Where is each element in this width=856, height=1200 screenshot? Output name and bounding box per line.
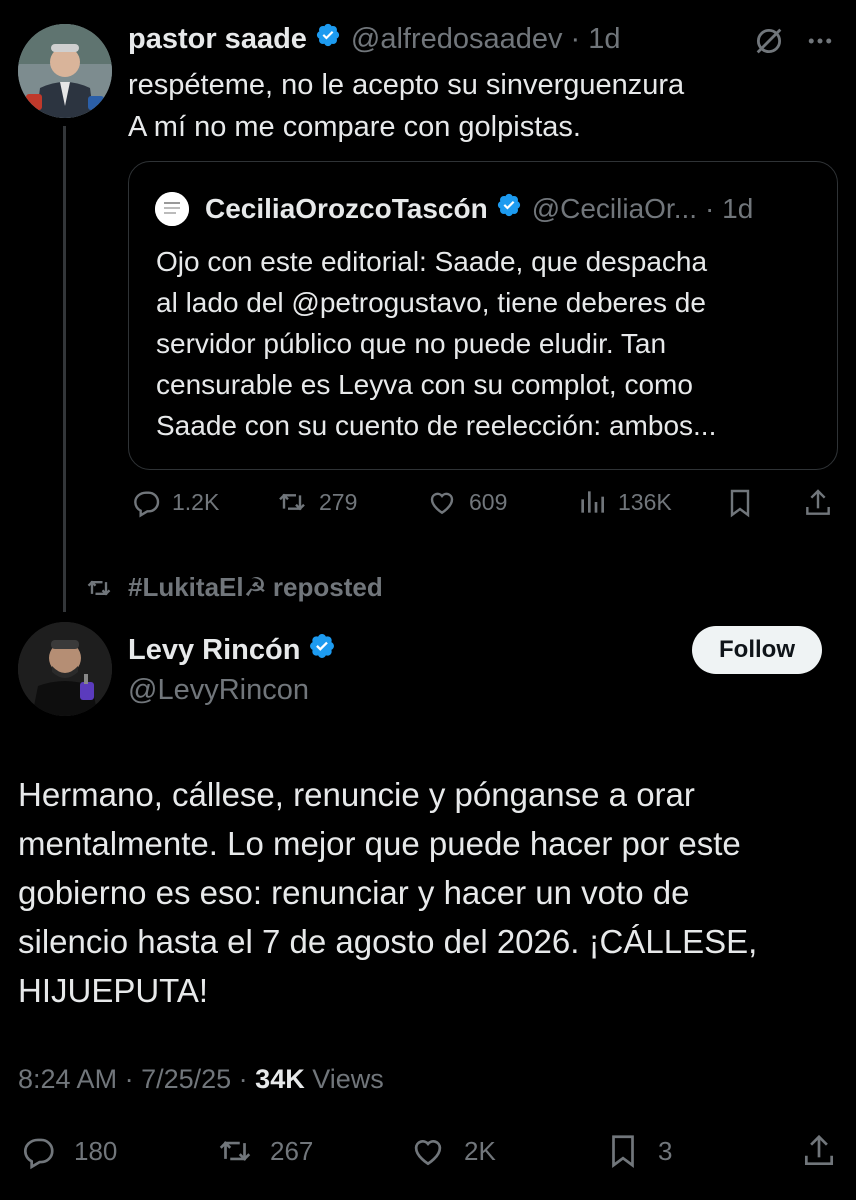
main-tweet-time[interactable]: 8:24 AM [18,1064,117,1094]
main-tweet-line: HIJUEPUTA! [18,972,209,1009]
main-repost-count: 267 [270,1135,314,1166]
avatar-levy-rincon-image [18,622,112,716]
avatar-pastor-saade-image [18,24,112,118]
share-icon [806,489,830,515]
quoted-tweet-line: Ojo con este editorial: Saade, que despa… [156,246,708,277]
quoted-tweet-line: al lado del @petrogustavo, tiene deberes… [156,287,706,318]
avatar-pastor-saade[interactable] [18,24,112,118]
main-bookmark-count: 3 [658,1135,673,1166]
main-like-button[interactable]: 2K [408,1132,496,1170]
main-tweet-header: Levy Rincón [128,632,336,668]
thread-connector-line [63,126,66,612]
verified-badge-icon [308,632,336,668]
parent-tweet-line: A mí no me compare con golpistas. [128,111,581,143]
main-tweet-date[interactable]: · 7/25/25 · [125,1064,248,1094]
main-bookmark-button[interactable]: 3 [604,1130,672,1172]
more-icon[interactable] [804,26,836,61]
repost-icon [279,493,305,511]
parent-share-button[interactable] [802,486,834,520]
follow-button[interactable]: Follow [692,626,822,674]
parent-tweet-header: pastor saade @alfredosaadev · 1d [128,22,621,56]
repost-icon [219,1141,251,1161]
parent-like-count: 609 [469,488,508,515]
main-tweet-line: mentalmente. Lo mejor que puede hacer po… [18,825,741,862]
repost-icon [87,580,111,595]
repost-banner-label: reposted [272,572,383,602]
parent-tweet-time[interactable]: · 1d [571,23,621,56]
like-icon [430,492,454,515]
main-tweet-line: gobierno es eso: renunciar y hacer un vo… [18,874,690,911]
main-share-button[interactable] [800,1130,838,1172]
grok-icon[interactable] [752,24,786,63]
main-tweet-line: silencio hasta el 7 de agosto del 2026. … [18,923,758,960]
quoted-author-handle: @CeciliaOr... [531,192,698,224]
main-author-name[interactable]: Levy Rincón [128,634,300,667]
parent-tweet-text: respéteme, no le acepto su sinverguenzur… [128,64,684,148]
quoted-tweet-time: · 1d [705,192,754,224]
share-icon [804,1134,834,1166]
parent-repost-count: 279 [319,488,358,515]
quoted-tweet-line: Saade con su cuento de reelección: ambos… [156,410,717,441]
quoted-tweet-line: censurable es Leyva con su complot, como [156,369,693,400]
parent-reply-button[interactable]: 1.2K [130,486,219,518]
repost-banner-user[interactable]: #LukitaEl☭ [128,572,267,603]
main-tweet-views-count: 34K [255,1064,305,1094]
quoted-tweet-line: servidor público que no puede eludir. Ta… [156,328,667,359]
reply-icon [23,1138,54,1170]
quoted-tweet-header: CeciliaOrozcoTascón @CeciliaOr... · 1d [205,192,753,225]
like-icon [414,1140,442,1166]
avatar-levy-rincon[interactable] [18,622,112,716]
reply-icon [134,491,160,518]
views-icon [581,491,604,513]
parent-like-button[interactable]: 609 [425,486,507,518]
repost-banner: #LukitaEl☭ reposted [84,572,383,603]
main-author-handle[interactable]: @LevyRincon [128,674,309,707]
main-reply-button[interactable]: 180 [18,1132,117,1170]
main-like-count: 2K [464,1135,496,1166]
quoted-author-name: CeciliaOrozcoTascón [205,192,488,224]
quoted-author-avatar [155,192,189,226]
parent-author-handle[interactable]: @alfredosaadev [351,23,563,56]
parent-repost-button[interactable]: 279 [275,486,357,518]
parent-views-button[interactable]: 136K [576,486,672,518]
main-repost-button[interactable]: 267 [214,1132,313,1170]
parent-views-count: 136K [618,488,672,515]
quoted-tweet-text: Ojo con este editorial: Saade, que despa… [156,241,716,446]
main-tweet-line: Hermano, cállese, renuncie y pónganse a … [18,776,695,813]
quoted-tweet-card[interactable]: CeciliaOrozcoTascón @CeciliaOr... · 1d O… [128,161,838,470]
main-tweet-views-label: Views [312,1064,384,1094]
parent-tweet-line: respéteme, no le acepto su sinverguenzur… [128,69,685,101]
parent-bookmark-button[interactable] [724,486,756,520]
verified-badge-icon [315,22,341,56]
bookmark-icon [612,1135,634,1168]
main-reply-count: 180 [74,1135,118,1166]
main-tweet-text: Hermano, cállese, renuncie y pónganse a … [18,770,838,1015]
parent-author-name[interactable]: pastor saade [128,23,307,56]
bookmark-icon [730,489,750,518]
verified-badge-icon [496,192,522,225]
main-tweet-meta: 8:24 AM · 7/25/25 · 34K Views [18,1064,384,1095]
parent-reply-count: 1.2K [172,488,220,515]
